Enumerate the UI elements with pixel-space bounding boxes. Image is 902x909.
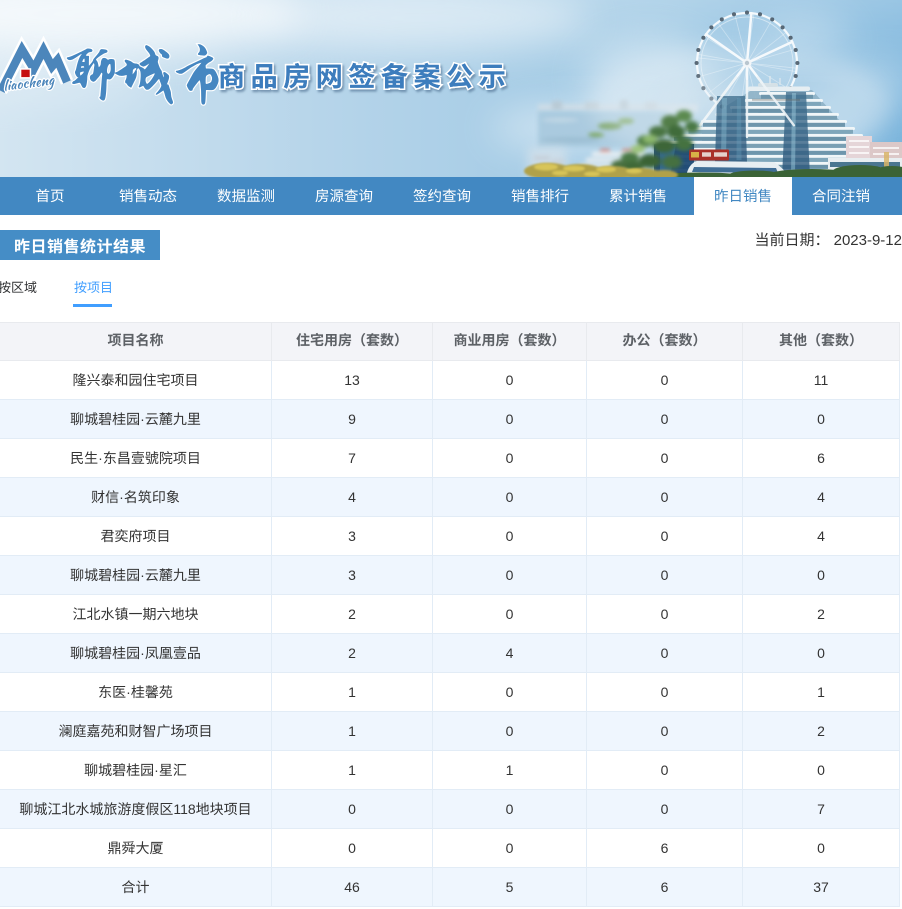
svg-text:商品房网签备案公示: 商品房网签备案公示 — [218, 55, 511, 94]
svg-text:聊城市: 聊城市 — [62, 44, 221, 108]
